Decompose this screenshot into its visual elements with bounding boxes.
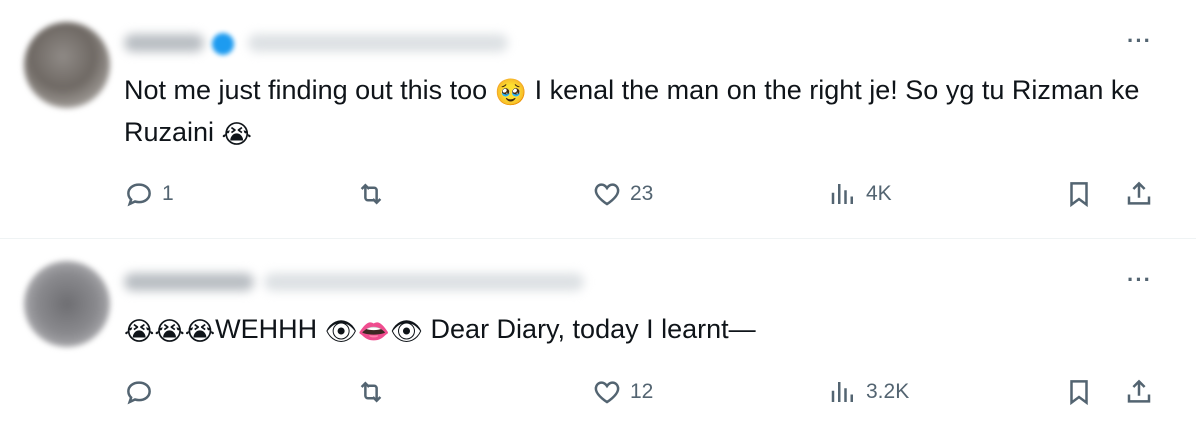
views-icon	[831, 184, 853, 204]
crying-face-emoji: 😭😭😭	[124, 316, 216, 346]
tweet[interactable]: ··· 😭😭😭WEHHH 👁👄👁 Dear Diary, today I lea…	[0, 238, 1196, 434]
share-icon	[1127, 181, 1151, 205]
handle-redacted[interactable]	[264, 273, 584, 291]
retweet-button[interactable]	[356, 372, 394, 412]
retweet-button[interactable]	[356, 174, 394, 214]
pleading-face-emoji: 🥹	[494, 77, 528, 107]
like-count: 23	[630, 182, 654, 205]
verified-badge-icon	[212, 33, 234, 55]
tweet-actions: 1 23 4K	[0, 174, 1196, 214]
heart-icon	[594, 183, 620, 206]
share-button[interactable]	[1124, 372, 1154, 412]
views-icon	[831, 382, 853, 402]
like-button[interactable]: 12	[592, 372, 653, 412]
more-options-button[interactable]: ···	[1127, 269, 1152, 291]
bookmark-icon	[1070, 380, 1088, 406]
tweet-text: Not me just finding out this too 🥹 I ken…	[124, 70, 1144, 154]
retweet-icon	[360, 183, 382, 205]
reply-button[interactable]: 1	[124, 174, 174, 214]
like-count: 12	[630, 380, 654, 403]
avatar[interactable]	[24, 22, 110, 108]
bookmark-button[interactable]	[1064, 372, 1094, 412]
bookmark-button[interactable]	[1064, 174, 1094, 214]
crying-face-emoji: 😭	[221, 119, 252, 149]
tweet-actions: 12 3.2K	[0, 372, 1196, 412]
reply-count: 1	[162, 182, 174, 205]
views-count: 4K	[866, 182, 892, 205]
tweet-header	[124, 30, 644, 58]
reply-button[interactable]	[124, 372, 162, 412]
heart-icon	[594, 381, 620, 404]
reply-icon	[127, 183, 151, 207]
display-name-redacted[interactable]	[124, 34, 204, 52]
tweet-header	[124, 269, 644, 297]
eyes-mouth-emoji: 👁👄👁	[324, 316, 424, 346]
handle-redacted[interactable]	[248, 34, 508, 52]
tweet-text: 😭😭😭WEHHH 👁👄👁 Dear Diary, today I learnt—	[124, 309, 1144, 351]
more-options-button[interactable]: ···	[1127, 30, 1152, 52]
tweet[interactable]: ··· Not me just finding out this too 🥹 I…	[0, 0, 1196, 238]
bookmark-icon	[1070, 182, 1088, 208]
views-button[interactable]: 4K	[828, 174, 892, 214]
like-button[interactable]: 23	[592, 174, 653, 214]
share-icon	[1127, 379, 1151, 403]
views-count: 3.2K	[866, 380, 910, 403]
share-button[interactable]	[1124, 174, 1154, 214]
reply-icon	[127, 381, 151, 405]
views-button[interactable]: 3.2K	[828, 372, 909, 412]
avatar[interactable]	[24, 261, 110, 347]
display-name-redacted[interactable]	[124, 273, 254, 291]
retweet-icon	[360, 381, 382, 403]
